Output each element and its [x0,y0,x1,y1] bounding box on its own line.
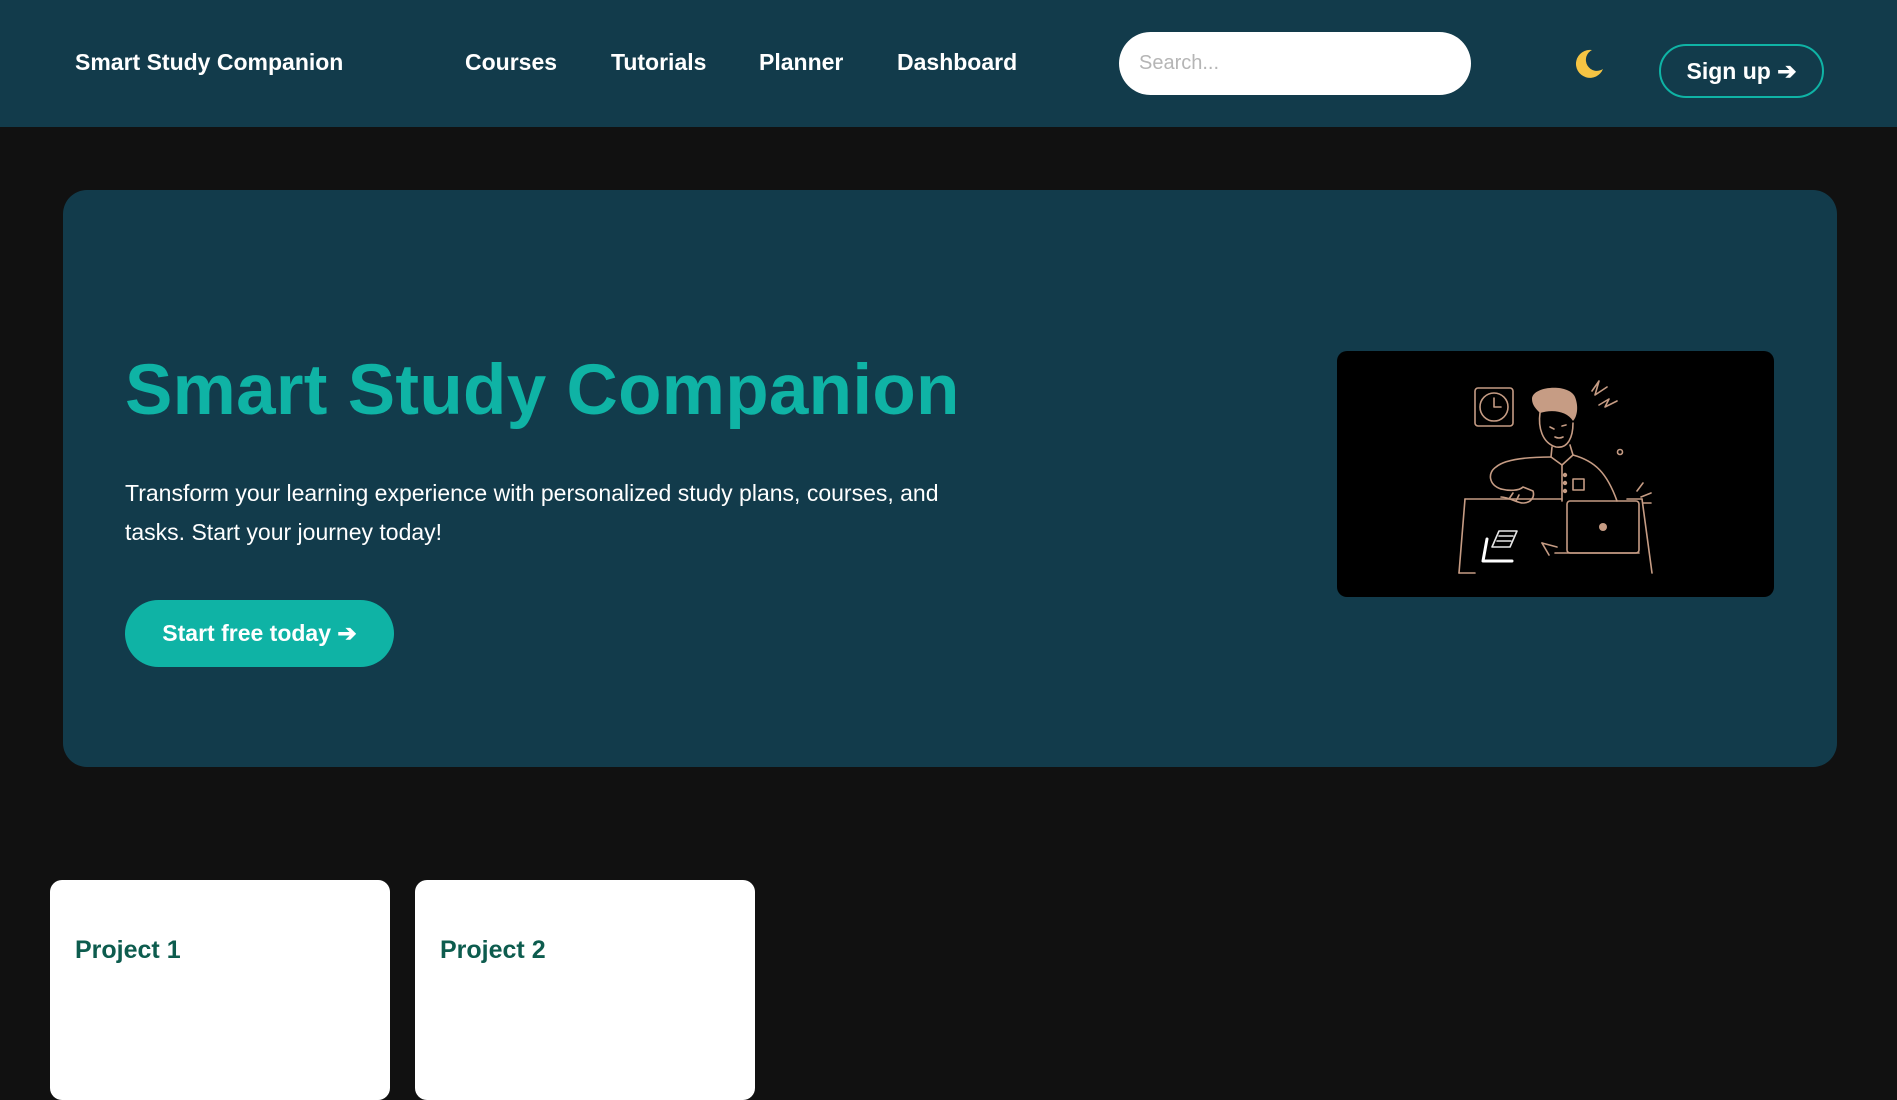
project-card-1[interactable]: Project 1 [50,880,390,1100]
signup-button[interactable]: Sign up ➔ [1659,44,1824,98]
moon-icon[interactable] [1572,47,1606,81]
nav-link-courses[interactable]: Courses [465,49,557,76]
hero-section: Smart Study Companion Transform your lea… [63,190,1837,767]
project-card-title: Project 2 [440,936,546,964]
project-card-2[interactable]: Project 2 [415,880,755,1100]
clock-icon [1474,387,1514,427]
nav-link-planner[interactable]: Planner [759,49,843,76]
nav-link-dashboard[interactable]: Dashboard [897,49,1017,76]
project-card-title: Project 1 [75,936,181,964]
nav-link-tutorials[interactable]: Tutorials [611,49,706,76]
brand-logo-text[interactable]: Smart Study Companion [75,49,343,76]
student-at-desk-illustration [1337,351,1774,597]
search-input[interactable] [1119,32,1471,95]
start-free-button[interactable]: Start free today ➔ [125,600,394,667]
moon-icon-graphic [1575,49,1603,78]
hero-description: Transform your learning experience with … [125,480,939,545]
top-navbar: Smart Study Companion Courses Tutorials … [0,0,1897,127]
hero-title: Smart Study Companion [125,351,960,430]
